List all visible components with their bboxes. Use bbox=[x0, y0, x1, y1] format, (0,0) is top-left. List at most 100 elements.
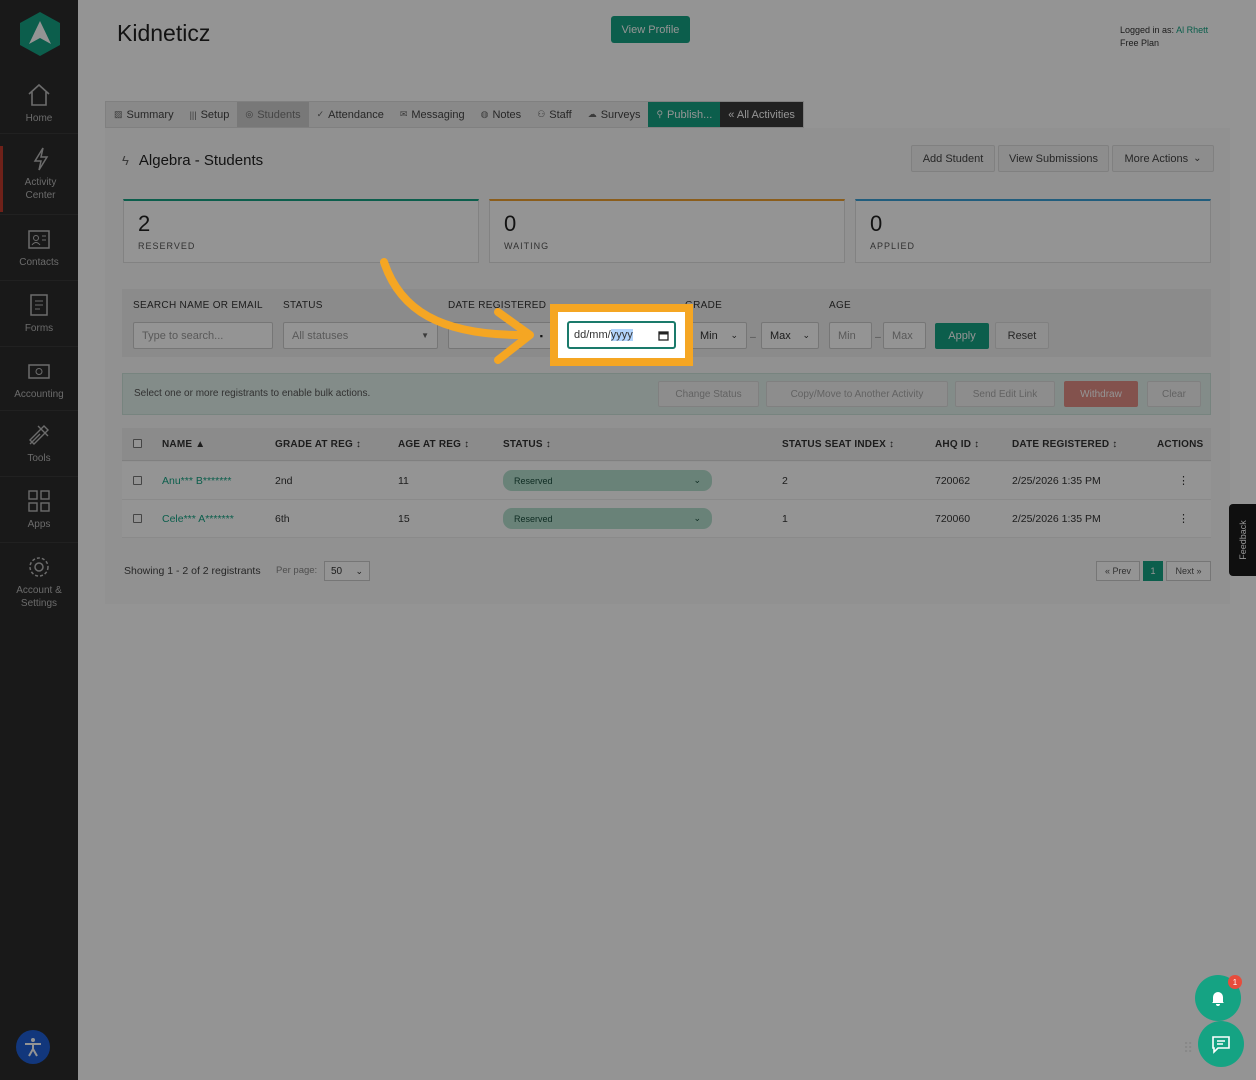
grade-min-select[interactable]: Min ⌄ bbox=[691, 322, 747, 349]
age-max-input[interactable]: Max bbox=[883, 322, 926, 349]
tab-students[interactable]: ◎ Students bbox=[237, 102, 309, 127]
chat-button[interactable] bbox=[1198, 1021, 1244, 1067]
sidebar-item-activity-center[interactable]: Activity Center bbox=[0, 146, 78, 212]
tab-label: Setup bbox=[200, 108, 230, 121]
plan-label: Free Plan bbox=[1120, 38, 1160, 48]
student-name-link[interactable]: Cele*** A******* bbox=[162, 513, 234, 525]
add-student-button[interactable]: Add Student bbox=[911, 145, 995, 172]
tab-all-activities[interactable]: « All Activities bbox=[720, 102, 803, 127]
drag-handle-icon[interactable]: ⠿ bbox=[1183, 1040, 1193, 1057]
reset-button[interactable]: Reset bbox=[995, 322, 1049, 349]
clear-button[interactable]: Clear bbox=[1147, 381, 1201, 407]
date-to-placeholder: dd/mm/ bbox=[574, 329, 611, 341]
status-select-value: All statuses bbox=[292, 329, 349, 342]
seat-index-cell: 1 bbox=[782, 513, 788, 525]
arrow-pointer-icon bbox=[380, 258, 534, 364]
send-edit-link-button[interactable]: Send Edit Link bbox=[955, 381, 1055, 407]
age-cell: 11 bbox=[398, 475, 409, 487]
sidebar-item-label: Account & Settings bbox=[16, 585, 62, 609]
activity-tabs: ▨ Summary ||| Setup ◎ Students ✓ Attendance … bbox=[105, 101, 804, 128]
stat-value: 0 bbox=[504, 211, 517, 236]
sidebar-item-contacts[interactable]: Contacts bbox=[0, 226, 78, 269]
tab-setup[interactable]: ||| Setup bbox=[182, 102, 238, 127]
contacts-icon bbox=[28, 230, 50, 249]
column-date-registered[interactable]: DATE REGISTERED ↕ bbox=[1012, 439, 1117, 450]
next-page-button[interactable]: Next » bbox=[1166, 561, 1211, 581]
grade-min-value: Min bbox=[700, 329, 718, 342]
sidebar-item-home[interactable]: Home bbox=[0, 82, 78, 125]
copy-move-button[interactable]: Copy/Move to Another Activity bbox=[766, 381, 948, 407]
view-submissions-button[interactable]: View Submissions bbox=[998, 145, 1109, 172]
age-min-input[interactable]: Min bbox=[829, 322, 872, 349]
page-title: ϟ Algebra - Students bbox=[122, 152, 263, 169]
sidebar-item-accounting[interactable]: Accounting bbox=[0, 358, 78, 401]
chevron-down-icon: ⌄ bbox=[693, 513, 701, 523]
column-seat-index[interactable]: STATUS SEAT INDEX ↕ bbox=[782, 439, 894, 450]
status-value: Reserved bbox=[514, 513, 553, 524]
date-to-input[interactable]: dd/mm/yyyy bbox=[567, 321, 676, 349]
feedback-tab[interactable]: Feedback bbox=[1229, 504, 1256, 576]
change-status-button[interactable]: Change Status bbox=[658, 381, 759, 407]
sidebar-item-account-settings[interactable]: Account & Settings bbox=[0, 554, 78, 610]
link-icon: ⚲ bbox=[656, 109, 664, 119]
grade-max-select[interactable]: Max ⌄ bbox=[761, 322, 819, 349]
tab-messaging[interactable]: ✉ Messaging bbox=[392, 102, 473, 127]
row-checkbox[interactable] bbox=[133, 476, 142, 485]
summary-icon: ▨ bbox=[114, 109, 123, 119]
search-input[interactable]: Type to search... bbox=[133, 322, 273, 349]
column-status[interactable]: STATUS ↕ bbox=[503, 439, 551, 450]
row-checkbox[interactable] bbox=[133, 514, 142, 523]
sidebar-item-forms[interactable]: Forms bbox=[0, 292, 78, 335]
page-1-button[interactable]: 1 bbox=[1143, 561, 1163, 581]
tab-label: Staff bbox=[549, 108, 572, 121]
row-actions-kebab-icon[interactable]: ⋮ bbox=[1178, 474, 1189, 487]
tab-publish[interactable]: ⚲ Publish... bbox=[648, 102, 721, 127]
date-to-selected: yyyy bbox=[610, 329, 633, 341]
setup-icon: ||| bbox=[189, 109, 197, 120]
stat-applied: 0 APPLIED bbox=[855, 199, 1211, 263]
app-logo[interactable] bbox=[19, 11, 61, 57]
tab-notes[interactable]: ◍ Notes bbox=[473, 102, 530, 127]
age-cell: 15 bbox=[398, 513, 410, 525]
mail-icon: ✉ bbox=[399, 109, 408, 119]
status-dropdown[interactable]: Reserved ⌄ bbox=[503, 470, 712, 491]
tab-label: Attendance bbox=[328, 108, 384, 121]
sidebar-item-label: Home bbox=[25, 113, 53, 124]
forms-icon bbox=[30, 294, 48, 316]
student-name-link[interactable]: Anu*** B******* bbox=[162, 475, 231, 487]
column-age[interactable]: AGE AT REG ↕ bbox=[398, 439, 469, 450]
per-page-label: Per page: bbox=[276, 565, 318, 576]
staff-icon: ⚇ bbox=[537, 109, 546, 119]
view-profile-button[interactable]: View Profile bbox=[611, 16, 690, 43]
more-actions-button[interactable]: More Actions ⌄ bbox=[1112, 145, 1214, 172]
status-dropdown[interactable]: Reserved ⌄ bbox=[503, 508, 712, 529]
accessibility-button[interactable] bbox=[16, 1030, 50, 1064]
tab-summary[interactable]: ▨ Summary bbox=[106, 102, 182, 127]
select-all-checkbox[interactable] bbox=[133, 439, 142, 448]
sidebar-item-apps[interactable]: Apps bbox=[0, 488, 78, 531]
stat-value: 0 bbox=[870, 211, 883, 236]
search-placeholder: Type to search... bbox=[142, 329, 224, 342]
accounting-icon bbox=[28, 364, 50, 379]
divider bbox=[0, 346, 78, 347]
date-to-value: dd/mm/yyyy bbox=[574, 329, 633, 341]
column-name[interactable]: NAME ▲ bbox=[162, 439, 205, 450]
tab-surveys[interactable]: ☁ Surveys bbox=[580, 102, 649, 127]
column-ahq-id[interactable]: AHQ ID ↕ bbox=[935, 439, 979, 450]
per-page-select[interactable]: 50 ⌄ bbox=[324, 561, 370, 581]
grade-max-value: Max bbox=[770, 329, 791, 342]
prev-page-button[interactable]: « Prev bbox=[1096, 561, 1140, 581]
tab-staff[interactable]: ⚇ Staff bbox=[529, 102, 580, 127]
brand-title: Kidneticz bbox=[117, 20, 211, 46]
row-actions-kebab-icon[interactable]: ⋮ bbox=[1178, 512, 1189, 525]
user-link[interactable]: Al Rhett bbox=[1176, 25, 1208, 35]
range-dash: – bbox=[875, 331, 881, 343]
age-max-placeholder: Max bbox=[892, 329, 913, 342]
withdraw-button[interactable]: Withdraw bbox=[1064, 381, 1138, 407]
apply-button[interactable]: Apply bbox=[935, 323, 989, 349]
tools-icon bbox=[29, 425, 49, 445]
column-grade[interactable]: GRADE AT REG ↕ bbox=[275, 439, 361, 450]
sidebar-item-tools[interactable]: Tools bbox=[0, 422, 78, 465]
tab-attendance[interactable]: ✓ Attendance bbox=[309, 102, 392, 127]
gear-icon bbox=[29, 557, 49, 577]
